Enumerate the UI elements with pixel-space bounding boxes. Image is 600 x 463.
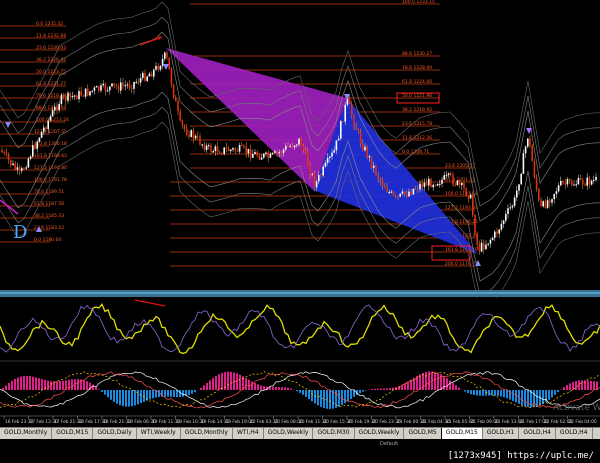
fib-level-label: 100.0 1191.78 (34, 177, 67, 183)
chart-tab[interactable]: GOLD,Weekly (354, 428, 405, 439)
chart-tab[interactable]: GOLD,H4 (555, 428, 593, 439)
fib-level-label: 88.6 1215.68 (36, 105, 66, 111)
fib-level-label: 50.0 1221.96 (402, 93, 432, 99)
status-profile: Default (380, 441, 399, 447)
fib-level-label: 100.0 1213.24 (36, 117, 69, 123)
fib-level-label: 0.0 1208.71 (402, 149, 429, 155)
fib-level-label: 61.8 1224.60 (402, 79, 432, 85)
fibonacci-levels-left: 0.0 1235.32 11.8 1232.68 23.6 1230.03 38.2 … (0, 21, 69, 243)
fib-level-label: 127.2 1194.80 (34, 165, 67, 171)
fib-level-label: 50.0 1223.75 (36, 69, 66, 75)
fib-level-label: 38.2 1185.33 (34, 213, 64, 219)
time-axis: 16 Feb 23:3017 Feb 13:3017 Feb 21:3018 F… (0, 415, 600, 425)
fib-level-label: 38.2 1218.92 (402, 107, 432, 113)
fib-level-label: 11.8 1212.36 (402, 135, 432, 141)
trading-chart[interactable]: 0.0 1235.32 11.8 1232.68 23.6 1230.03 38.2 … (0, 0, 600, 463)
fib-level-label: 0.0 1235.32 (36, 21, 63, 27)
chart-tab[interactable]: WTI,Weekly (136, 428, 181, 439)
chart-tab[interactable]: GOLD,Monthly (0, 428, 53, 439)
chart-tab[interactable]: GOLD,Weekly (263, 428, 314, 439)
bottom-bar: [1273x945] https://uplc.me/ (0, 449, 600, 463)
fib-level-label: 23.6 1205.57 (445, 163, 475, 169)
fib-level-label: 11.8 1232.68 (36, 33, 66, 39)
activate-windows-watermark: Activate Wi (553, 403, 600, 413)
status-bar: Default (0, 439, 600, 449)
fib-level-label: 78.6 1228.00 (402, 65, 432, 71)
chart-tab[interactable]: GOLD,Monthly (180, 428, 233, 439)
fib-level-label: 23.6 1230.03 (36, 45, 66, 51)
chart-tab[interactable]: WTI,H4 (232, 428, 264, 439)
time-axis-label: 22 Feb 04:00 (569, 419, 597, 425)
oscillator-panel-2 (0, 360, 600, 416)
image-watermark: [1273x945] https://uplc.me/ (447, 451, 594, 461)
fib-level-label: 100.0 1233.15 (402, 0, 435, 5)
fib-level-label: 88.6 1230.27 (402, 51, 432, 57)
fib-level-label: 161.8 1200.18 (34, 141, 67, 147)
fib-level-label: 78.6 1189.51 (34, 189, 64, 195)
harmonic-pattern (166, 48, 478, 254)
chart-tabs-bar: GOLD,Monthly GOLD,M15 GOLD,Daily WTI,Weekly… (0, 427, 600, 439)
chart-tab[interactable]: GOLD,M5 (404, 428, 442, 439)
chart-tab[interactable]: GOLD,M30 (313, 428, 355, 439)
magenta-line (0, 199, 19, 215)
fib-level-label: 23.6 1215.78 (402, 121, 432, 127)
chart-tab[interactable]: GOLD,M15 (52, 428, 94, 439)
chart-tab[interactable]: GOLD,M15 (440, 428, 484, 439)
separator-bar (0, 290, 600, 297)
pattern-point-d-label: D (13, 222, 28, 243)
oscillator-panel-1 (0, 298, 600, 360)
signal-arrow-down (5, 122, 11, 128)
chart-tab[interactable]: GOLD,Daily (93, 428, 137, 439)
signal-arrow-down (163, 64, 169, 70)
pattern-triangle-xab (166, 48, 347, 190)
chart-tab[interactable]: GOLD,H1 (482, 428, 520, 439)
chart-tab[interactable]: GOLD,H4 (519, 428, 556, 439)
fib-level-label: 0.0 1180.64 (34, 237, 61, 243)
